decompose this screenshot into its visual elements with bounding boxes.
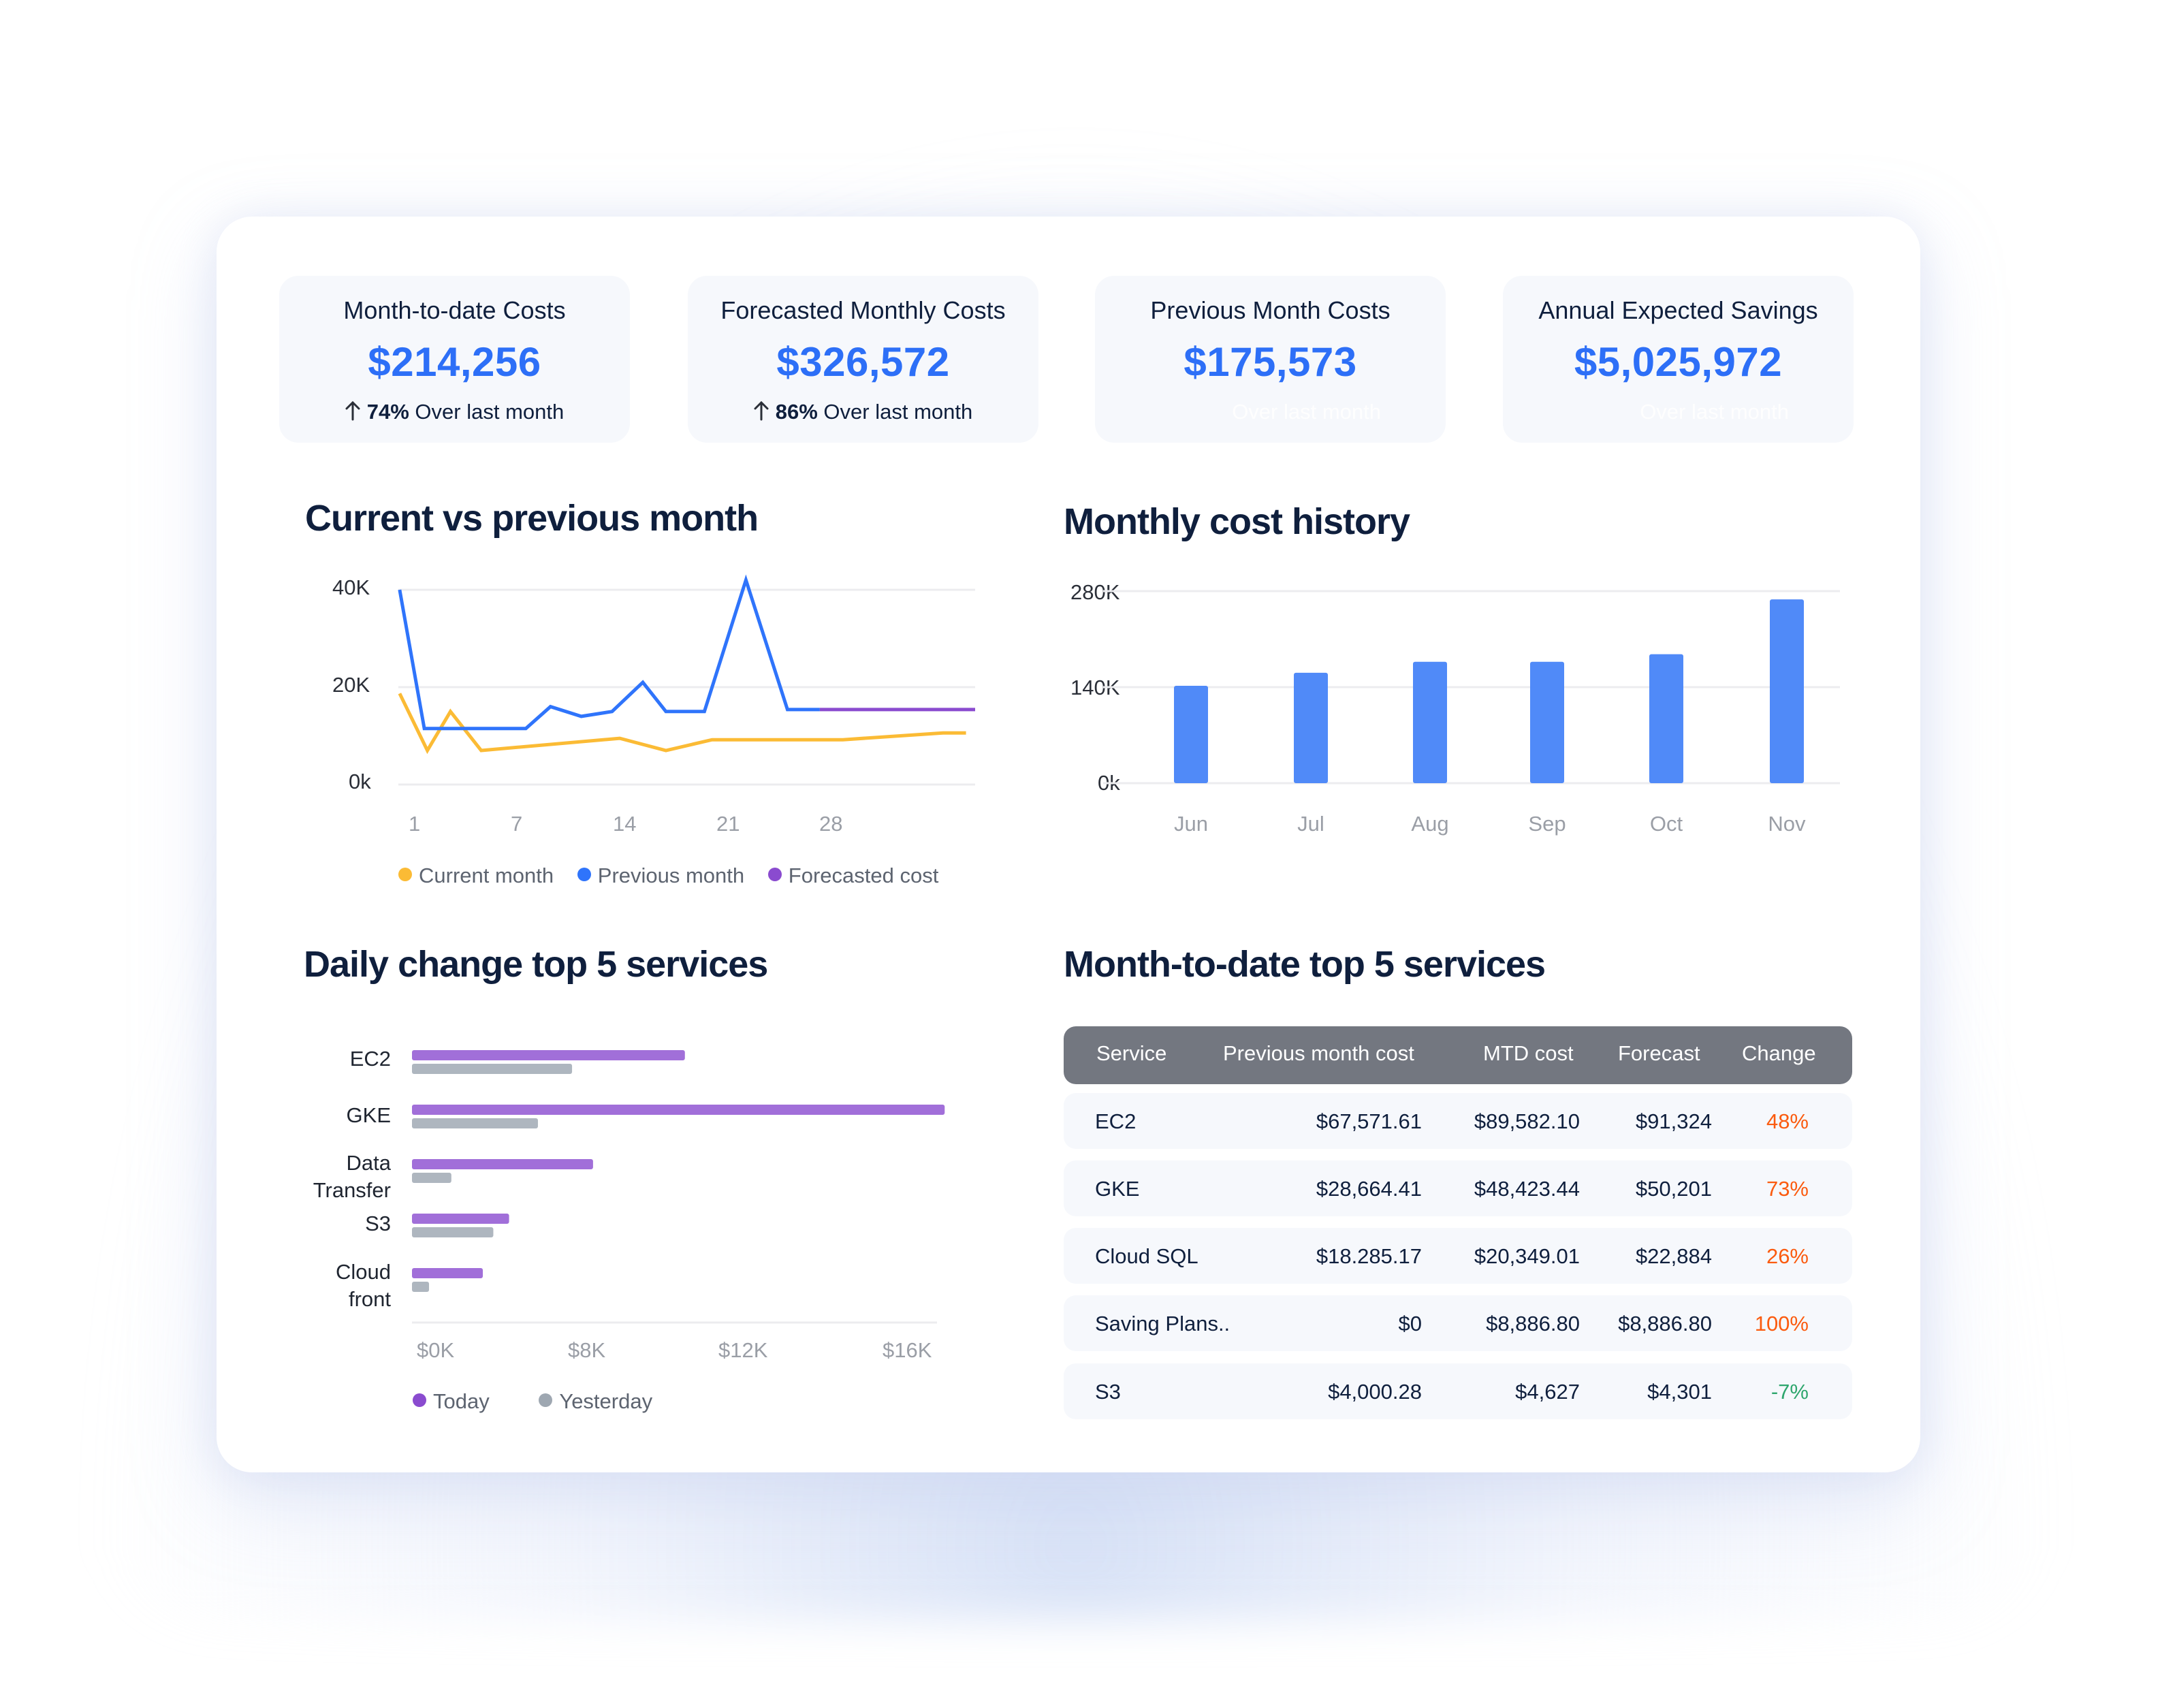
cell-mtd-cost: $48,423.44 xyxy=(1474,1177,1580,1201)
hbar-chart-plot xyxy=(412,1050,945,1324)
x-tick-label: $16K xyxy=(883,1338,932,1362)
bar-today-s3[interactable] xyxy=(412,1214,509,1224)
bar-yesterday-ec2[interactable] xyxy=(412,1064,573,1074)
legend-label: Yesterday xyxy=(559,1389,653,1413)
cell-service: GKE xyxy=(1095,1177,1140,1201)
cell-forecast: $8,886.80 xyxy=(1618,1312,1712,1335)
cell-forecast: $22,884 xyxy=(1635,1244,1712,1268)
cell-service: S3 xyxy=(1095,1380,1121,1404)
cell-change: 100% xyxy=(1754,1312,1809,1335)
legend-dot xyxy=(539,1393,553,1407)
x-tick-label: $8K xyxy=(568,1338,606,1362)
cell-mtd-cost: $4,627 xyxy=(1515,1380,1580,1404)
table-row[interactable]: EC2 $67,571.61 $89,582.10 $91,324 48% xyxy=(1064,1093,1852,1149)
bar-today-gke[interactable] xyxy=(412,1105,945,1115)
column-header-service[interactable]: Service xyxy=(1096,1041,1166,1066)
cell-mtd-cost: $8,886.80 xyxy=(1486,1312,1580,1335)
cell-previous-month-cost: $0 xyxy=(1398,1312,1422,1335)
table-header: Service Previous month cost MTD cost For… xyxy=(1064,1026,1852,1084)
bar-yesterday-cloud-front[interactable] xyxy=(412,1282,430,1292)
bar-today-cloud-front[interactable] xyxy=(412,1268,483,1278)
cell-service: Cloud SQL xyxy=(1095,1244,1198,1268)
cell-change: 26% xyxy=(1766,1244,1809,1268)
cell-forecast: $91,324 xyxy=(1635,1109,1712,1133)
cell-previous-month-cost: $67,571.61 xyxy=(1316,1109,1422,1133)
table-row[interactable]: Saving Plans.. $0 $8,886.80 $8,886.80 100% xyxy=(1064,1295,1852,1351)
cell-forecast: $4,301 xyxy=(1647,1380,1712,1404)
cell-service: Saving Plans.. xyxy=(1095,1312,1230,1335)
bar-yesterday-s3[interactable] xyxy=(412,1227,494,1237)
table-row[interactable]: GKE $28,664.41 $48,423.44 $50,201 73% xyxy=(1064,1160,1852,1216)
bar-yesterday-gke[interactable] xyxy=(412,1118,538,1128)
legend-item-today[interactable]: Today xyxy=(413,1389,490,1414)
legend-item-yesterday[interactable]: Yesterday xyxy=(539,1389,652,1414)
bar-today-data-transfer[interactable] xyxy=(412,1159,593,1169)
hbar-chart-legend: Today Yesterday xyxy=(413,1389,670,1414)
bar-today-ec2[interactable] xyxy=(412,1050,685,1060)
x-tick-label: $12K xyxy=(718,1338,768,1362)
cell-mtd-cost: $20,349.01 xyxy=(1474,1244,1580,1268)
cell-forecast: $50,201 xyxy=(1635,1177,1712,1201)
column-header-previous-month-cost[interactable]: Previous month cost xyxy=(1223,1041,1414,1066)
bar-yesterday-data-transfer[interactable] xyxy=(412,1173,451,1183)
cell-previous-month-cost: $28,664.41 xyxy=(1316,1177,1422,1201)
cell-previous-month-cost: $18.285.17 xyxy=(1316,1244,1422,1268)
column-header-mtd-cost[interactable]: MTD cost xyxy=(1483,1041,1574,1066)
column-header-forecast[interactable]: Forecast xyxy=(1618,1041,1700,1066)
cell-mtd-cost: $89,582.10 xyxy=(1474,1109,1580,1133)
cell-change: -7% xyxy=(1770,1380,1809,1404)
legend-label: Today xyxy=(433,1389,490,1413)
column-header-change[interactable]: Change xyxy=(1742,1041,1816,1066)
cell-previous-month-cost: $4,000.28 xyxy=(1328,1380,1422,1404)
cell-change: 73% xyxy=(1766,1177,1809,1201)
x-tick-label: $0K xyxy=(417,1338,455,1362)
cell-service: EC2 xyxy=(1095,1109,1137,1133)
table-row[interactable]: S3 $4,000.28 $4,627 $4,301 -7% xyxy=(1064,1363,1852,1419)
legend-dot xyxy=(413,1393,426,1407)
cell-change: 48% xyxy=(1766,1109,1809,1133)
table-row[interactable]: Cloud SQL $18.285.17 $20,349.01 $22,884 26% xyxy=(1064,1228,1852,1284)
